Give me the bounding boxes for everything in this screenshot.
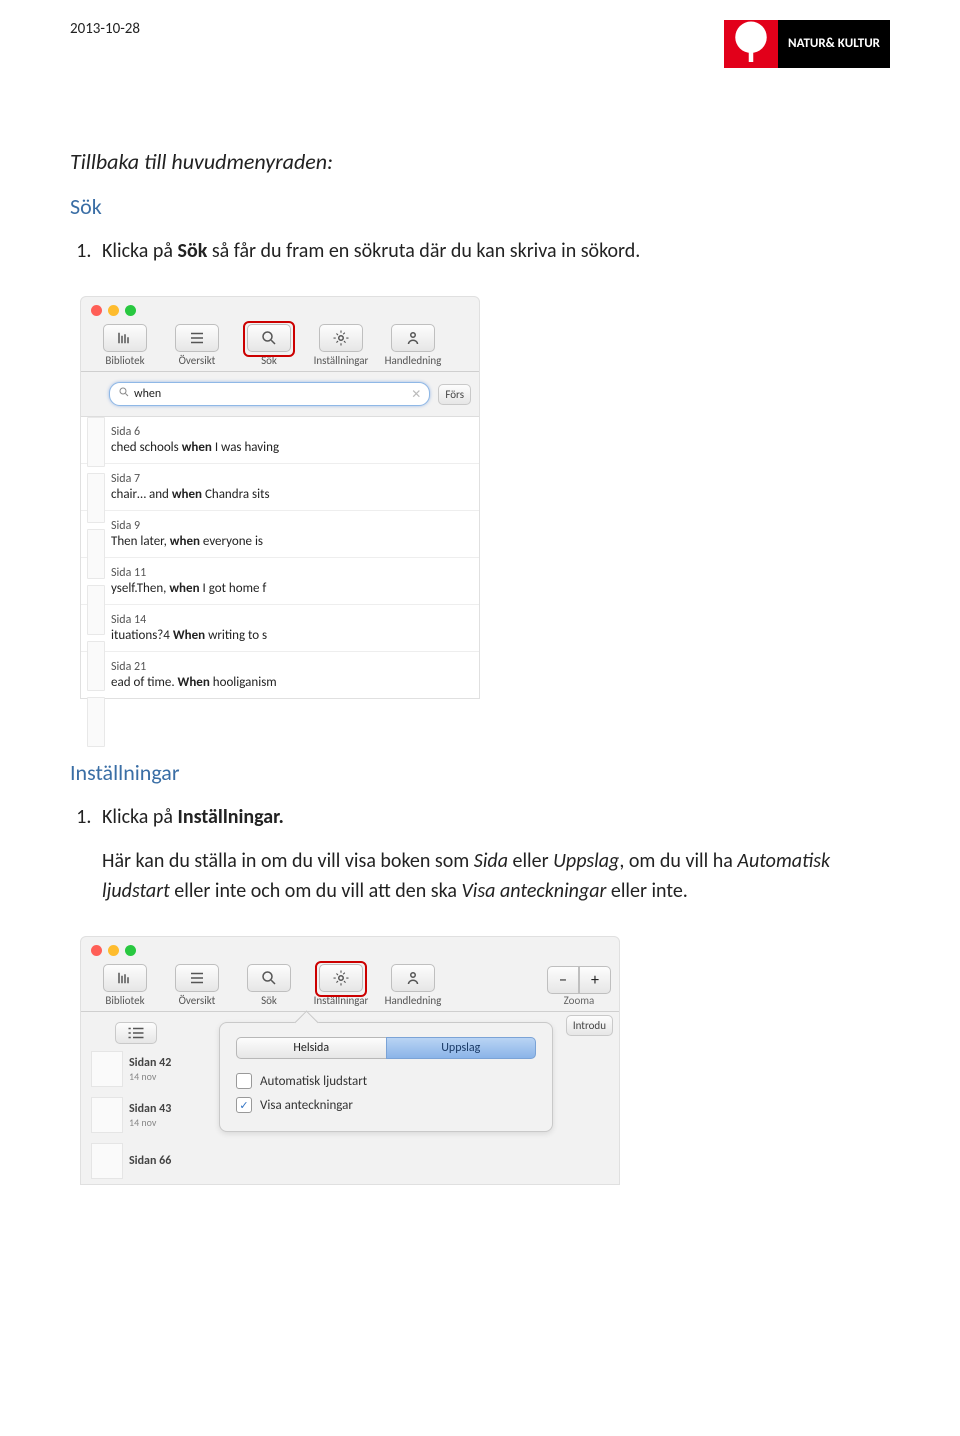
screenshot-search: Bibliotek Översikt Sök Inställningar	[80, 296, 480, 699]
checkbox-icon	[236, 1073, 252, 1089]
thumbnail-strip	[87, 417, 105, 753]
search-result[interactable]: Sida 11yself.Then, when I got home f	[81, 558, 479, 605]
window-controls	[81, 297, 479, 316]
zoom-icon[interactable]	[125, 305, 136, 316]
toolbar-bibliotek[interactable]: Bibliotek	[89, 324, 161, 367]
page-thumbnail-list: Sidan 4214 nov Sidan 4314 nov Sidan 66	[81, 1012, 215, 1184]
screenshot-settings: Bibliotek Översikt Sök Inställningar	[80, 936, 620, 1185]
search-result[interactable]: Sida 9Then later, when everyone is	[81, 511, 479, 558]
toolbar-handledning[interactable]: Handledning	[377, 964, 449, 1007]
minimize-icon[interactable]	[108, 305, 119, 316]
show-notes-checkbox[interactable]: ✓ Visa anteckningar	[236, 1097, 536, 1113]
auto-sound-checkbox[interactable]: Automatisk ljudstart	[236, 1073, 536, 1089]
search-icon	[118, 386, 130, 402]
list-icon[interactable]	[115, 1022, 157, 1044]
seg-uppslag[interactable]: Uppslag	[386, 1037, 537, 1059]
seg-helsida[interactable]: Helsida	[236, 1037, 386, 1059]
thumb-row[interactable]: Sidan 4314 nov	[87, 1092, 215, 1138]
checkbox-icon: ✓	[236, 1097, 252, 1113]
search-value: when	[134, 387, 161, 401]
window-controls	[81, 937, 619, 956]
settings-popover: Helsida Uppslag Automatisk ljudstart ✓ V…	[219, 1022, 553, 1132]
close-icon[interactable]	[91, 305, 102, 316]
section-title-settings: Inställningar	[70, 759, 890, 786]
thumb-row[interactable]: Sidan 4214 nov	[87, 1046, 215, 1092]
zoom-control[interactable]: − +	[547, 966, 611, 994]
toolbar-handledning[interactable]: Handledning	[377, 324, 449, 367]
toolbar-sok[interactable]: Sök	[233, 964, 305, 1007]
tree-icon	[724, 20, 778, 68]
brand-text: NATUR& KULTUR	[778, 20, 890, 68]
fors-button[interactable]: Förs	[438, 384, 471, 405]
zoom-icon[interactable]	[125, 945, 136, 956]
intro-button[interactable]: Introdu	[566, 1015, 613, 1036]
search-result[interactable]: Sida 6ched schools when I was having	[81, 417, 479, 464]
search-results: Sida 6ched schools when I was having Sid…	[81, 416, 479, 698]
toolbar-oversikt[interactable]: Översikt	[161, 324, 233, 367]
toolbar-bibliotek[interactable]: Bibliotek	[89, 964, 161, 1007]
search-result[interactable]: Sida 14ituations?4 When writing to s	[81, 605, 479, 652]
thumb-row[interactable]: Sidan 66	[87, 1138, 215, 1184]
search-result[interactable]: Sida 21ead of time. When hooliganism	[81, 652, 479, 698]
brand-logo: NATUR& KULTUR	[724, 20, 890, 68]
clear-icon[interactable]: ✕	[411, 387, 421, 402]
search-input[interactable]: when ✕	[109, 382, 430, 406]
page-date: 2013-10-28	[70, 20, 140, 38]
zoom-label: Zooma	[564, 994, 595, 1007]
toolbar-installningar[interactable]: Inställningar	[305, 964, 377, 1007]
search-result[interactable]: Sida 7chair… and when Chandra sits	[81, 464, 479, 511]
step-installningar: Klicka på Inställningar. Här kan du stäl…	[96, 802, 890, 906]
view-mode-segment[interactable]: Helsida Uppslag	[236, 1037, 536, 1059]
toolbar-installningar[interactable]: Inställningar	[305, 324, 377, 367]
step-sok: Klicka på Sök så får du fram en sökruta …	[96, 236, 890, 266]
section-title-search: Sök	[70, 193, 890, 220]
minimize-icon[interactable]	[108, 945, 119, 956]
close-icon[interactable]	[91, 945, 102, 956]
toolbar-oversikt[interactable]: Översikt	[161, 964, 233, 1007]
section-intro: Tillbaka till huvudmenyraden:	[70, 148, 890, 175]
toolbar-sok[interactable]: Sök	[233, 324, 305, 367]
